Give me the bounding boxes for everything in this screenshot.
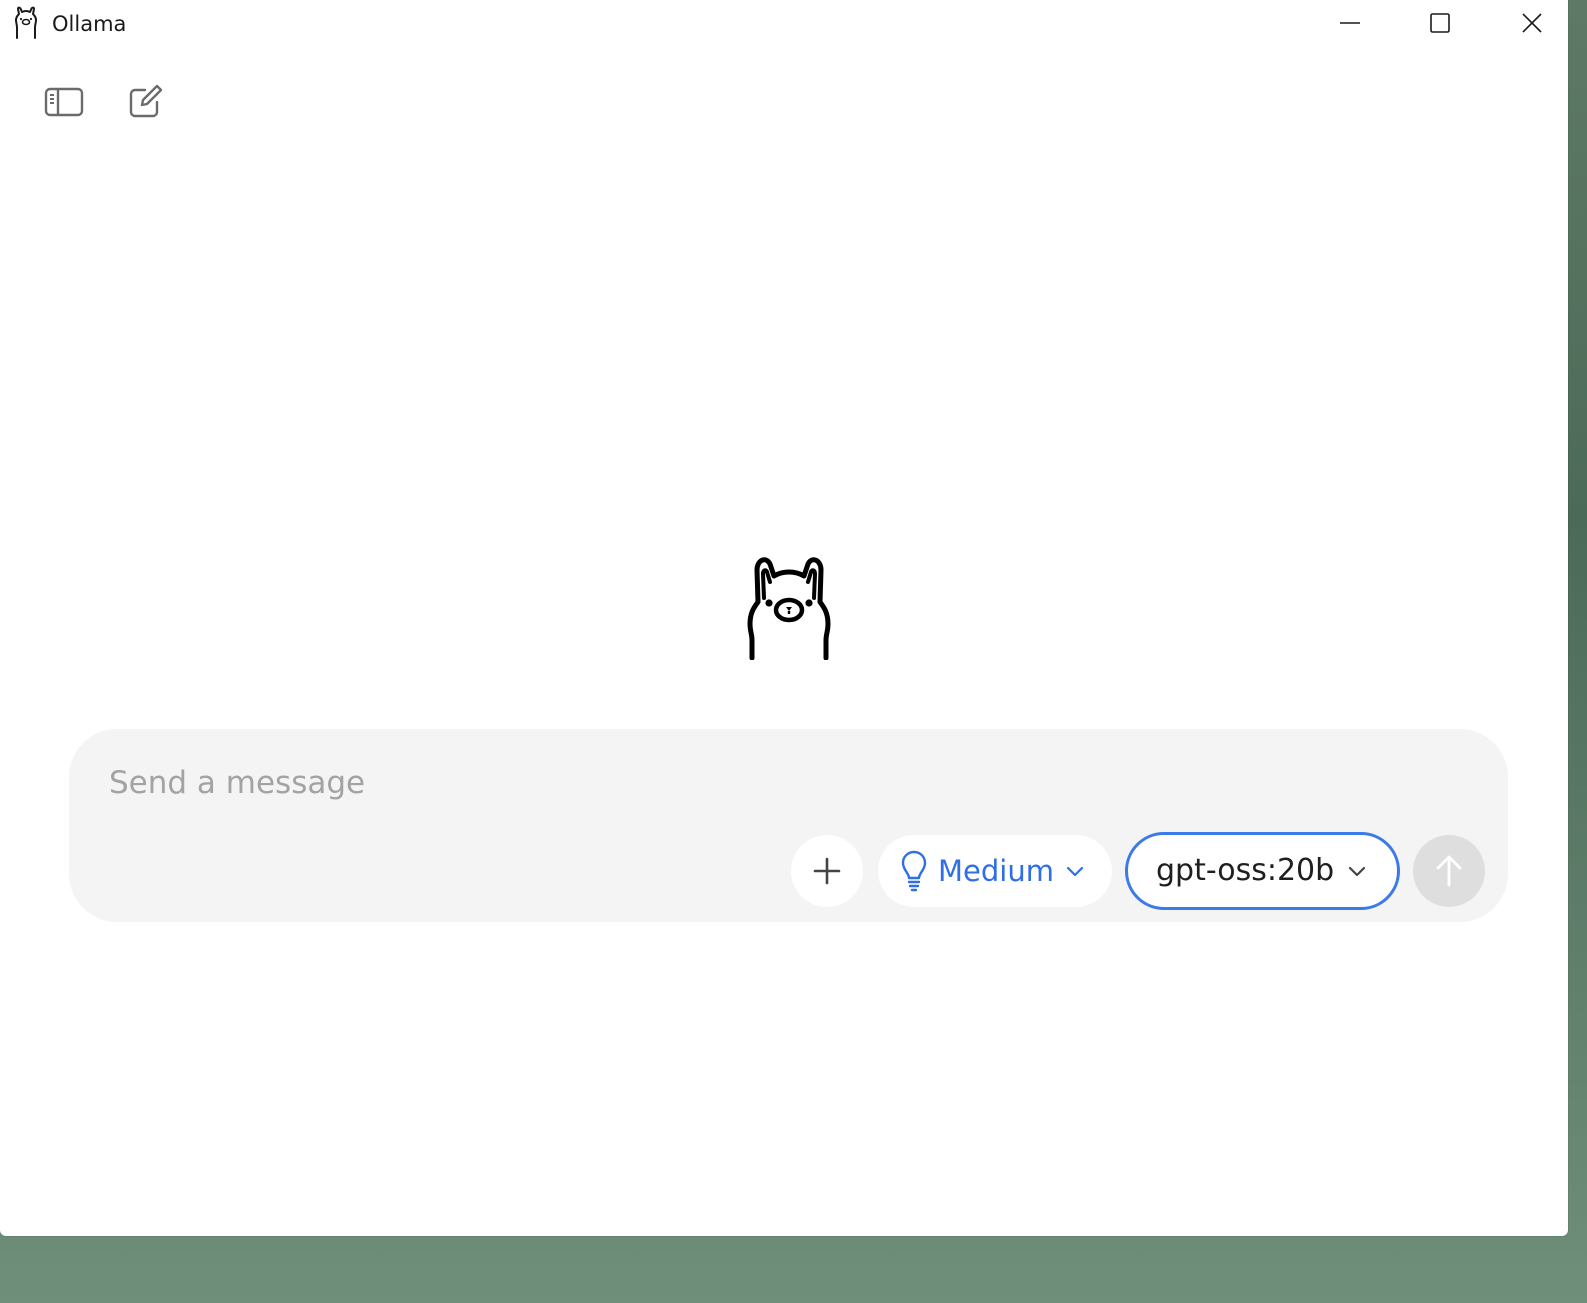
ollama-logo — [747, 557, 831, 660]
plus-icon — [813, 857, 841, 885]
sidebar-toggle-icon — [44, 87, 84, 117]
chevron-down-icon — [1349, 866, 1366, 877]
message-composer: Medium gpt-oss:20b — [69, 729, 1508, 922]
ollama-logo-icon — [15, 6, 37, 39]
send-button[interactable] — [1413, 835, 1485, 907]
minimize-icon — [1340, 22, 1360, 24]
thinking-level-dropdown[interactable]: Medium — [878, 835, 1112, 907]
app-window: Ollama Send a message Medium gpt-oss:20b — [0, 0, 1568, 1236]
maximize-button[interactable] — [1395, 0, 1485, 46]
toggle-sidebar-button[interactable] — [42, 80, 86, 124]
model-selector-label: gpt-oss:20b — [1156, 853, 1335, 888]
model-selector-dropdown[interactable]: gpt-oss:20b — [1125, 832, 1400, 910]
close-button[interactable] — [1487, 0, 1577, 46]
new-chat-button[interactable] — [123, 80, 167, 124]
add-attachment-button[interactable] — [791, 835, 863, 907]
lightbulb-icon — [901, 850, 927, 892]
maximize-icon — [1430, 13, 1450, 33]
window-title: Ollama — [52, 12, 127, 36]
new-chat-icon — [129, 84, 163, 118]
minimize-button[interactable] — [1305, 0, 1395, 46]
chevron-down-icon — [1066, 866, 1084, 877]
message-input[interactable] — [109, 761, 1449, 805]
arrow-up-icon — [1436, 855, 1462, 887]
thinking-level-label: Medium — [938, 854, 1054, 888]
title-bar: Ollama — [0, 0, 1568, 48]
close-icon — [1522, 13, 1542, 33]
